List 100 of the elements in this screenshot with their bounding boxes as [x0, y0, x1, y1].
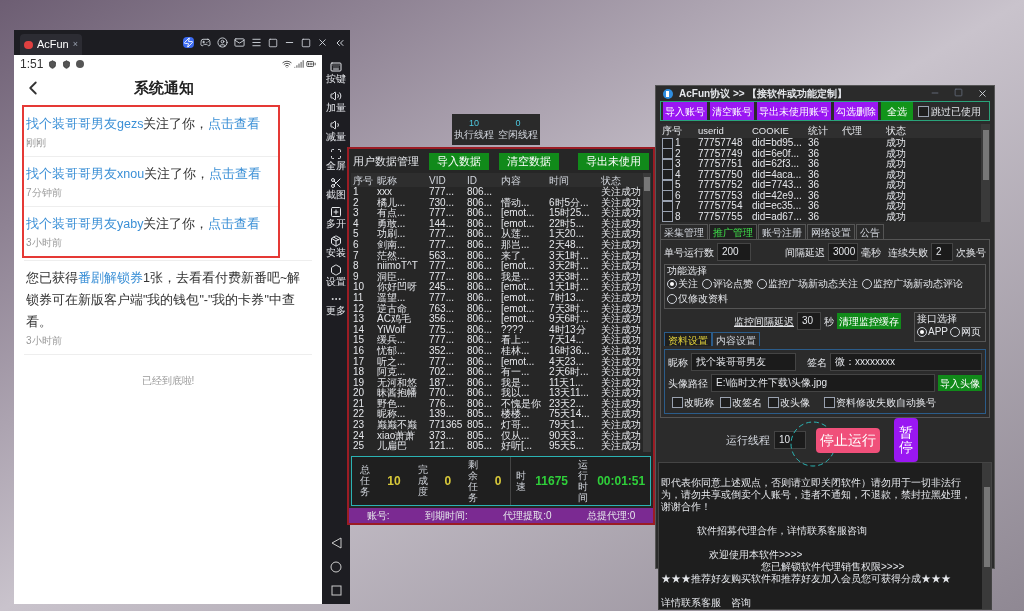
signature-field[interactable]: 微：xxxxxxxx — [830, 353, 982, 371]
table-cell: did=4aca... — [752, 169, 802, 180]
field-label: 运行线程 — [726, 432, 770, 448]
back-nav-icon[interactable] — [330, 537, 342, 549]
sidebar-tool-button[interactable]: 全屏 — [326, 148, 346, 172]
notification-link[interactable]: 找个装哥哥男友yaby — [26, 217, 144, 231]
tab[interactable]: 公告 — [856, 224, 884, 239]
table-cell-text: 1天1时... — [548, 282, 590, 293]
column-header[interactable]: COOKIE — [750, 123, 806, 139]
tab[interactable]: 账号注册 — [758, 224, 806, 239]
table-cell-text: 6 — [352, 239, 360, 251]
pause-button[interactable]: 暂停 — [894, 418, 918, 462]
notification-link[interactable]: 找个装哥哥男友xnou — [26, 167, 145, 181]
notification-link[interactable]: 点击查看 — [208, 117, 261, 131]
column-header[interactable]: ID — [465, 172, 499, 188]
log-line: ★★★推荐好友购买软件和推荐好友加入会员您可获得分成★★★ — [661, 573, 952, 585]
close-icon[interactable] — [317, 37, 328, 48]
menu-icon[interactable] — [251, 37, 262, 48]
column-header[interactable]: 内容 — [499, 172, 547, 188]
checkbox[interactable] — [662, 211, 673, 223]
checkbox[interactable] — [662, 158, 673, 170]
gamepad-icon[interactable] — [200, 37, 211, 48]
checkbox[interactable] — [662, 137, 673, 149]
table-cell-text: niimoT^T — [376, 261, 419, 272]
column-header[interactable]: 代理 — [840, 123, 884, 139]
column-header[interactable]: 状态 — [884, 123, 934, 139]
scrollbar[interactable] — [981, 124, 990, 222]
fail-count-field[interactable]: 2 — [931, 243, 953, 261]
checkbox[interactable] — [672, 397, 683, 408]
avatar-path-field[interactable]: E:\临时文件下载\头像.jpg — [711, 374, 935, 392]
scrollbar[interactable] — [643, 173, 651, 452]
sidebar-tool-button[interactable]: 减量 — [326, 119, 346, 143]
tab[interactable]: 采集管理 — [660, 224, 708, 239]
tab[interactable]: 内容设置 — [712, 332, 760, 346]
panel-action-button[interactable]: 清空数据 — [499, 152, 559, 170]
close-icon[interactable] — [977, 88, 988, 99]
tab[interactable]: 资料设置 — [664, 332, 712, 346]
sidebar-tool-button[interactable]: 多开 — [326, 206, 346, 230]
column-header[interactable]: 昵称 — [375, 172, 427, 188]
user-icon[interactable] — [217, 37, 228, 48]
radio-label: 监控广场新动态关注 — [768, 277, 858, 291]
column-header[interactable]: userid — [696, 123, 750, 139]
notification-link[interactable]: 点击查看 — [209, 167, 262, 181]
home-nav-icon[interactable] — [330, 561, 342, 573]
checkbox[interactable] — [662, 179, 673, 191]
checkbox[interactable] — [662, 148, 673, 160]
table-cell-text: [emot... — [500, 314, 536, 325]
sidebar-tool-button[interactable]: 更多 — [326, 293, 346, 317]
monitor-delay-field[interactable]: 30 — [797, 312, 821, 330]
account-action-button[interactable]: 导出未使用账号 — [757, 102, 831, 120]
thread-count-field[interactable]: 10 — [774, 431, 806, 449]
checkbox[interactable] — [768, 397, 779, 408]
window-icon[interactable] — [268, 37, 278, 48]
account-action-button[interactable]: 导入账号 — [663, 102, 707, 120]
sidebar-tool-button[interactable]: 安装 — [326, 235, 346, 259]
checkbox[interactable] — [662, 190, 673, 202]
run-count-field[interactable]: 200 — [717, 243, 751, 261]
tab-close-button[interactable]: × — [72, 37, 78, 52]
checkbox[interactable] — [720, 397, 731, 408]
notification-link[interactable]: 番剧解锁券 — [78, 271, 143, 285]
sidebar-tool-button[interactable]: 按键 — [326, 61, 346, 85]
table-cell: 成功 — [886, 148, 906, 159]
account-action-button[interactable]: 全选 — [881, 102, 913, 120]
notification-link[interactable]: 找个装哥哥男友gezs — [26, 117, 144, 131]
notification-link[interactable]: 点击查看 — [208, 217, 261, 231]
panel-action-button[interactable]: 导出未使用 — [578, 152, 649, 170]
table-cell: did=62f3... — [752, 159, 799, 170]
column-header[interactable]: 序号 — [351, 172, 375, 188]
account-action-button[interactable]: 清空账号 — [710, 102, 754, 120]
checkbox[interactable] — [824, 397, 835, 408]
tab[interactable]: 网络设置 — [807, 224, 855, 239]
interval-field[interactable]: 3000 — [828, 243, 858, 261]
sidebar-tool-button[interactable]: 加量 — [326, 90, 346, 114]
table-cell-text: 21 — [352, 398, 366, 409]
boost-icon[interactable] — [183, 37, 194, 48]
column-header[interactable]: 统计 — [806, 123, 840, 139]
column-header[interactable]: 时间 — [547, 172, 599, 188]
tab[interactable]: 推广管理 — [709, 224, 757, 239]
column-header[interactable]: 序号 — [660, 123, 696, 139]
sidebar-tool-button[interactable]: 截图 — [326, 177, 346, 201]
checkbox[interactable] — [662, 169, 673, 181]
table-cell-text: 3天2时... — [548, 261, 590, 272]
checkbox[interactable] — [662, 200, 673, 212]
import-avatar-button[interactable]: 导入头像 — [938, 375, 982, 391]
table-cell-text: 2 — [352, 197, 360, 208]
scrollbar[interactable] — [982, 463, 991, 609]
nickname-field[interactable]: 找个装哥哥男友 — [691, 353, 796, 371]
column-header[interactable]: VID — [427, 172, 465, 188]
table-cell-text: 806... — [466, 218, 494, 229]
account-action-button[interactable]: 勾选删除 — [834, 102, 878, 120]
radio-label: 仅修改资料 — [678, 292, 728, 306]
table-cell-text: 805... — [466, 441, 494, 452]
clear-cache-button[interactable]: 清理监控缓存 — [837, 313, 901, 329]
checkbox[interactable] — [918, 105, 929, 117]
table-cell: 成功 — [886, 201, 906, 212]
panel-action-button[interactable]: 导入数据 — [429, 152, 489, 170]
app-tab[interactable]: AcFun × — [20, 34, 82, 55]
recent-apps-icon[interactable] — [330, 585, 342, 596]
mail-icon[interactable] — [234, 37, 245, 48]
sidebar-tool-button[interactable]: 设置 — [326, 264, 346, 288]
